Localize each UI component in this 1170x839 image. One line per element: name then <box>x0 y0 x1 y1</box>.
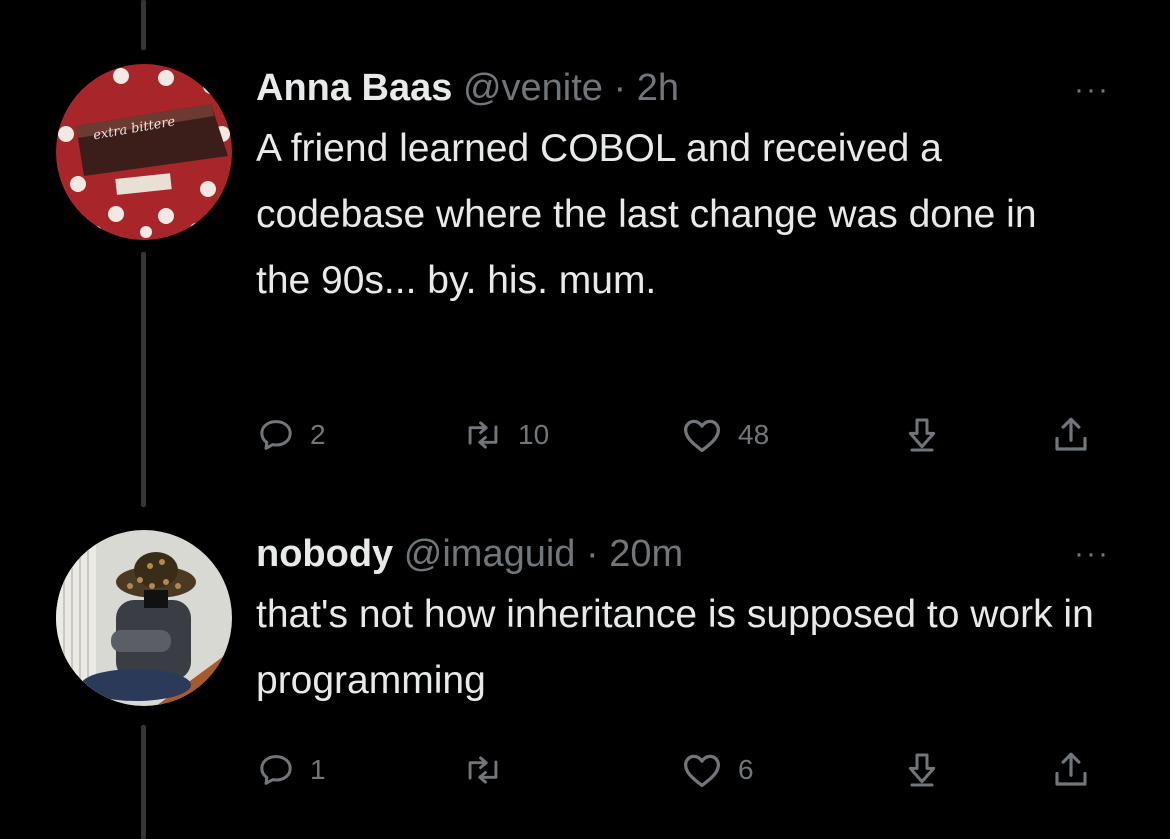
retweet-count: 10 <box>518 419 550 450</box>
like-count: 6 <box>738 754 754 785</box>
separator: · <box>585 533 599 575</box>
tweet-text: A friend learned COBOL and received a co… <box>256 127 1037 302</box>
retweet-icon <box>468 421 498 449</box>
like-button[interactable]: 6 <box>680 745 754 795</box>
retweet-button[interactable]: 10 <box>462 410 549 460</box>
tweet-time[interactable]: 2h <box>637 67 679 109</box>
person-with-hat-avatar-icon <box>56 530 232 706</box>
tweet[interactable]: extra bittere Anna Baas @venite · 2h A f… <box>0 0 1170 500</box>
separator: · <box>613 67 627 109</box>
author-name[interactable]: nobody <box>256 533 393 575</box>
tweet-time[interactable]: 20m <box>609 533 683 575</box>
like-button[interactable]: 48 <box>680 410 769 460</box>
bookmark-button[interactable] <box>902 745 942 795</box>
avatar[interactable] <box>56 530 232 706</box>
bookmark-button[interactable] <box>902 410 942 460</box>
retweet-button[interactable] <box>462 745 518 795</box>
retweet-icon <box>468 756 498 784</box>
share-button[interactable] <box>1050 410 1092 460</box>
reply-icon <box>260 420 292 450</box>
tweet-actions: 1 6 <box>256 745 1116 795</box>
tweet-text: that's not how inheritance is supposed t… <box>256 593 1094 702</box>
tweet[interactable]: nobody @imaguid · 20m that's not how inh… <box>0 500 1170 839</box>
more-options-icon[interactable]: ··· <box>1074 539 1110 569</box>
tweet-actions: 2 10 48 <box>256 410 1116 460</box>
download-arrow-icon <box>908 418 936 452</box>
share-button[interactable] <box>1050 745 1092 795</box>
heart-icon <box>684 754 720 788</box>
more-options-icon[interactable]: ··· <box>1074 75 1110 105</box>
heart-icon <box>684 419 720 453</box>
author-name[interactable]: Anna Baas <box>256 67 452 109</box>
reply-button[interactable]: 2 <box>256 410 326 460</box>
avatar[interactable]: extra bittere <box>56 64 232 240</box>
download-arrow-icon <box>908 753 936 787</box>
reply-button[interactable]: 1 <box>256 745 326 795</box>
author-handle[interactable]: @venite <box>463 67 603 109</box>
reply-icon <box>260 755 292 785</box>
tweet-header: Anna Baas @venite · 2h <box>256 66 1110 110</box>
reply-count: 1 <box>310 754 326 785</box>
share-icon <box>1055 752 1087 786</box>
reply-count: 2 <box>310 419 326 450</box>
share-icon <box>1055 417 1087 451</box>
like-count: 48 <box>738 419 770 450</box>
author-handle[interactable]: @imaguid <box>404 533 576 575</box>
chocolate-bar-avatar-icon: extra bittere <box>56 64 232 240</box>
tweet-header: nobody @imaguid · 20m <box>256 532 1110 576</box>
